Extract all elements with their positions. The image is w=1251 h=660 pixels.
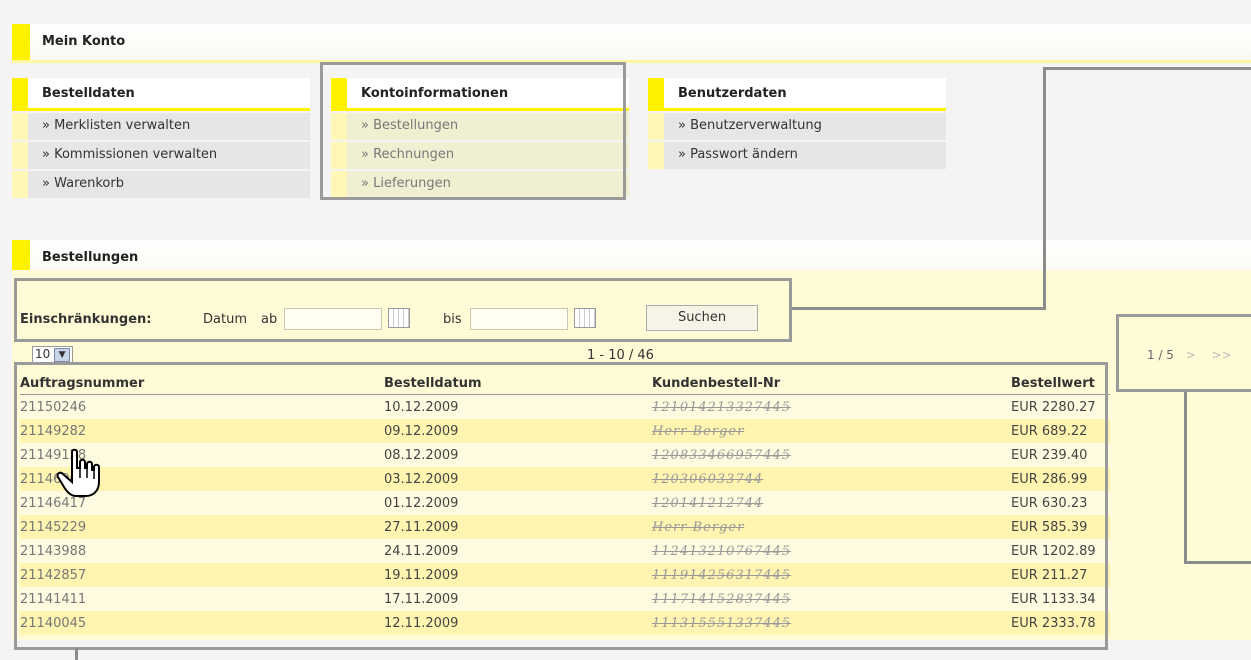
hand-cursor-icon [56, 448, 100, 497]
highlight-frame-kontoinformationen [320, 62, 626, 200]
result-range: 1 - 10 / 46 [587, 348, 654, 363]
menu-item-passwort[interactable]: » Passwort ändern [648, 142, 946, 169]
highlight-frame-filter [14, 278, 792, 342]
highlight-frame-pagination [1116, 314, 1251, 392]
menu-item-kommissionen[interactable]: » Kommissionen verwalten [12, 142, 310, 169]
chevron-down-icon[interactable]: ▼ [54, 347, 71, 362]
menu-item-warenkorb[interactable]: » Warenkorb [12, 171, 310, 198]
menu-heading-bestelldaten: Bestelldaten [42, 86, 135, 101]
menu-column-benutzerdaten: Benutzerdaten » Benutzerverwaltung » Pas… [648, 78, 946, 169]
menu-item-merklisten[interactable]: » Merklisten verwalten [12, 113, 310, 140]
highlight-frame-table [14, 362, 1108, 650]
connector-line [1043, 67, 1251, 70]
account-title: Mein Konto [42, 34, 126, 49]
menu-heading-benutzerdaten: Benutzerdaten [678, 86, 787, 101]
connector-line [1043, 67, 1046, 310]
account-header: Mein Konto [12, 24, 1251, 63]
connector-line [1184, 392, 1187, 564]
menu-item-benutzerverwaltung[interactable]: » Benutzerverwaltung [648, 113, 946, 140]
connector-line [1184, 561, 1251, 564]
menu-column-bestelldaten: Bestelldaten » Merklisten verwalten » Ko… [12, 78, 310, 198]
connector-line [75, 648, 78, 660]
orders-title: Bestellungen [42, 250, 139, 265]
connector-line [792, 307, 1045, 310]
